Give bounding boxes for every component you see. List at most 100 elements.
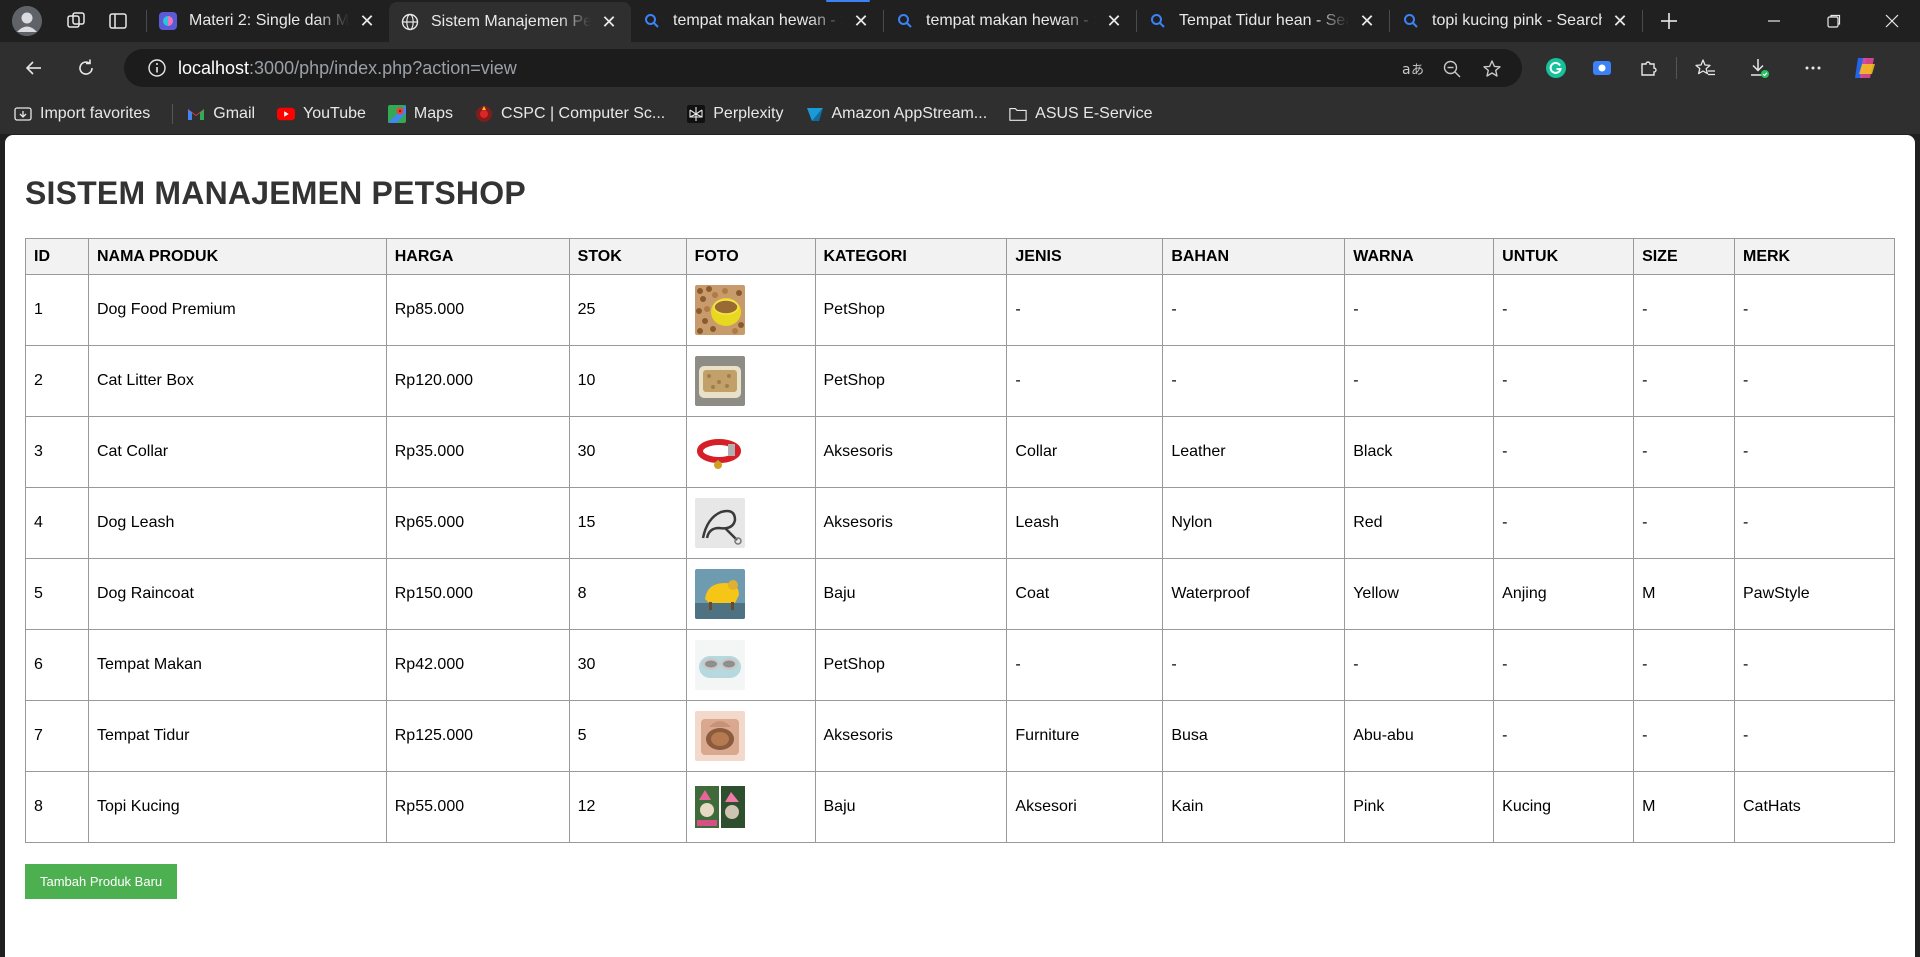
bookmark-asus-eservice[interactable]: ASUS E-Service xyxy=(1009,105,1153,123)
cell-stock: 10 xyxy=(568,345,687,417)
cell-color: Red xyxy=(1344,487,1495,559)
close-icon[interactable]: ✕ xyxy=(599,12,619,32)
close-icon[interactable]: ✕ xyxy=(357,11,377,31)
cell-photo xyxy=(685,771,816,843)
app-icon xyxy=(159,12,177,30)
table-row: 7 Tempat Tidur Rp125.000 5 Aksesoris Furnitur… xyxy=(25,700,1895,772)
cell-material: Kain xyxy=(1162,771,1346,843)
downloads-icon[interactable] xyxy=(1741,50,1777,86)
page-title: SISTEM MANAJEMEN PETSHOP xyxy=(25,175,526,211)
tab-search-2[interactable]: tempat makan hewan - Search ✕ xyxy=(884,0,1136,42)
cell-size: - xyxy=(1633,700,1735,772)
cell-color: - xyxy=(1344,345,1495,417)
cell-photo xyxy=(685,558,816,630)
bookmark-label: Gmail xyxy=(213,105,256,122)
restore-button[interactable] xyxy=(1806,0,1862,42)
bookmark-import-favorites[interactable]: Import favorites xyxy=(14,105,150,123)
bookmark-gmail[interactable]: Gmail xyxy=(187,105,255,123)
column-header: MERK xyxy=(1734,238,1895,275)
cell-category: Aksesoris xyxy=(814,700,1008,772)
column-header: ID xyxy=(25,238,89,275)
cell-type: - xyxy=(1006,345,1164,417)
globe-icon xyxy=(401,13,419,31)
url-path: :3000/php/index.php?action=view xyxy=(249,57,517,78)
profile-avatar[interactable] xyxy=(12,6,42,36)
bookmark-label: Perplexity xyxy=(713,105,784,122)
tab-title: Tempat Tidur hean - Search xyxy=(1179,12,1349,29)
workspaces-icon[interactable] xyxy=(60,5,92,37)
bookmark-youtube[interactable]: YouTube xyxy=(277,105,366,123)
import-icon xyxy=(14,105,32,123)
back-button[interactable] xyxy=(16,50,52,86)
cell-type: Collar xyxy=(1006,416,1164,488)
cell-price: Rp42.000 xyxy=(385,629,570,701)
read-aloud-icon[interactable]: aあ xyxy=(1392,51,1432,87)
new-tab-button[interactable] xyxy=(1653,5,1685,37)
url-text[interactable]: localhost:3000/php/index.php?action=view xyxy=(178,58,517,79)
cell-price: Rp120.000 xyxy=(385,345,570,417)
close-icon[interactable]: ✕ xyxy=(851,11,871,31)
address-bar[interactable]: localhost:3000/php/index.php?action=view… xyxy=(124,49,1522,87)
cell-brand: CatHats xyxy=(1734,771,1895,843)
refresh-button[interactable] xyxy=(68,50,104,86)
cell-for: - xyxy=(1493,487,1635,559)
bookmark-maps[interactable]: Maps xyxy=(387,105,453,123)
cell-category: Aksesoris xyxy=(814,487,1008,559)
table-row: 6 Tempat Makan Rp42.000 30 PetShop - - - - - - xyxy=(25,629,1895,701)
tab-materi[interactable]: Materi 2: Single dan Multi ✕ xyxy=(147,0,389,42)
cell-product-name: Cat Litter Box xyxy=(87,345,387,417)
tab-actions-icon[interactable] xyxy=(102,5,134,37)
favorites-icon[interactable] xyxy=(1687,50,1723,86)
cell-size: M xyxy=(1633,558,1735,630)
cell-for: - xyxy=(1493,274,1635,346)
cell-for: Kucing xyxy=(1493,771,1635,843)
cell-brand: - xyxy=(1734,274,1895,346)
close-window-button[interactable] xyxy=(1864,0,1920,42)
cell-color: Abu-abu xyxy=(1344,700,1495,772)
copilot-icon[interactable] xyxy=(1847,50,1883,86)
cell-size: - xyxy=(1633,487,1735,559)
bookmark-cspc[interactable]: CSPC | Computer Sc... xyxy=(475,105,665,123)
close-icon[interactable]: ✕ xyxy=(1357,11,1377,31)
cell-color: Black xyxy=(1344,416,1495,488)
svg-text:a: a xyxy=(1402,62,1411,78)
cell-category: PetShop xyxy=(814,629,1008,701)
grammarly-icon[interactable] xyxy=(1538,50,1574,86)
cell-stock: 25 xyxy=(568,274,687,346)
favorite-star-icon[interactable] xyxy=(1472,51,1512,87)
cell-price: Rp85.000 xyxy=(385,274,570,346)
cell-price: Rp125.000 xyxy=(385,700,570,772)
cell-category: PetShop xyxy=(814,345,1008,417)
zoom-out-icon[interactable] xyxy=(1432,51,1472,87)
close-icon[interactable]: ✕ xyxy=(1610,11,1630,31)
products-table: ID NAMA PRODUK HARGA STOK FOTO KATEGORI … xyxy=(25,238,1895,843)
site-info-icon[interactable] xyxy=(140,51,174,85)
cell-for: - xyxy=(1493,700,1635,772)
bookmark-separator xyxy=(172,104,174,124)
close-icon[interactable]: ✕ xyxy=(1104,11,1124,31)
cell-id: 6 xyxy=(25,629,89,701)
cell-id: 3 xyxy=(25,416,89,488)
active-tab-indicator xyxy=(826,0,870,2)
column-header: BAHAN xyxy=(1162,238,1346,275)
tab-petshop[interactable]: Sistem Manajemen PetShop ✕ xyxy=(389,2,631,42)
table-row: 4 Dog Leash Rp65.000 15 Aksesoris Leash Nylon R… xyxy=(25,487,1895,559)
cell-product-name: Tempat Tidur xyxy=(87,700,387,772)
cell-product-name: Tempat Makan xyxy=(87,629,387,701)
screencast-icon[interactable] xyxy=(1584,50,1620,86)
table-row: 5 Dog Raincoat Rp150.000 8 Baju Coat Waterproo… xyxy=(25,558,1895,630)
minimize-button[interactable] xyxy=(1746,0,1802,42)
tab-search-1[interactable]: tempat makan hewan - Search ✕ xyxy=(631,0,883,42)
cell-id: 1 xyxy=(25,274,89,346)
cell-brand: - xyxy=(1734,345,1895,417)
more-menu-icon[interactable] xyxy=(1795,50,1831,86)
add-product-button[interactable]: Tambah Produk Baru xyxy=(25,864,178,899)
cell-for: - xyxy=(1493,345,1635,417)
bookmark-perplexity[interactable]: Perplexity xyxy=(687,105,784,123)
extensions-icon[interactable] xyxy=(1630,50,1666,86)
tab-search-4[interactable]: topi kucing pink - Search ✕ xyxy=(1390,0,1642,42)
tab-search-3[interactable]: Tempat Tidur hean - Search ✕ xyxy=(1137,0,1389,42)
bookmark-label: CSPC | Computer Sc... xyxy=(501,105,666,122)
column-header: STOK xyxy=(568,238,687,275)
bookmark-amazon-appstream[interactable]: Amazon AppStream... xyxy=(806,105,987,123)
